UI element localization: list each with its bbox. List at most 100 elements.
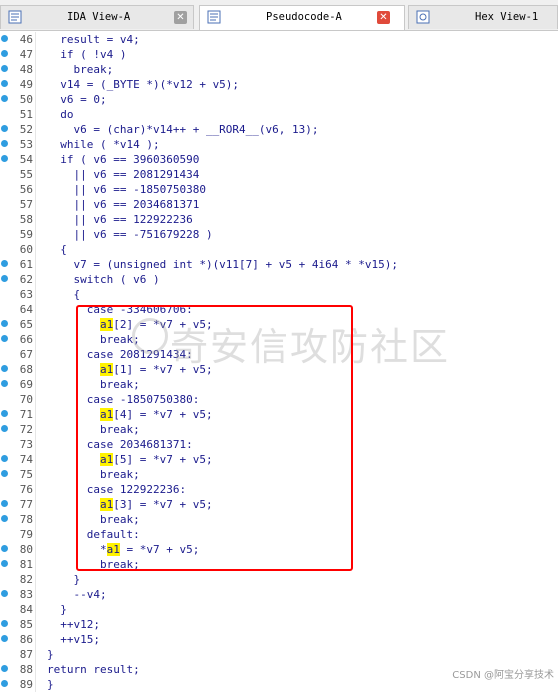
code-line[interactable]: 84 } [0, 602, 558, 617]
code-text[interactable]: || v6 == 2081291434 [47, 167, 199, 182]
code-text[interactable]: *a1 = *v7 + v5; [47, 542, 199, 557]
code-text[interactable]: break; [47, 62, 113, 77]
breakpoint-dot-icon[interactable] [1, 50, 8, 57]
code-line[interactable]: 62 switch ( v6 ) [0, 272, 558, 287]
code-text[interactable]: ++v12; [47, 617, 100, 632]
code-line[interactable]: 63 { [0, 287, 558, 302]
code-text[interactable]: while ( *v14 ); [47, 137, 159, 152]
code-line[interactable]: 56 || v6 == -1850750380 [0, 182, 558, 197]
breakpoint-dot-icon[interactable] [1, 380, 8, 387]
breakpoint-dot-icon[interactable] [1, 680, 8, 687]
code-line[interactable]: 87} [0, 647, 558, 662]
breakpoint-dot-icon[interactable] [1, 500, 8, 507]
breakpoint-dot-icon[interactable] [1, 155, 8, 162]
code-text[interactable]: || v6 == -1850750380 [47, 182, 205, 197]
code-text[interactable]: v6 = 0; [47, 92, 106, 107]
breakpoint-dot-icon[interactable] [1, 665, 8, 672]
code-text[interactable]: { [47, 242, 67, 257]
code-line[interactable]: 48 break; [0, 62, 558, 77]
breakpoint-dot-icon[interactable] [1, 425, 8, 432]
breakpoint-dot-icon[interactable] [1, 320, 8, 327]
code-text[interactable]: if ( v6 == 3960360590 [47, 152, 199, 167]
breakpoint-dot-icon[interactable] [1, 260, 8, 267]
code-line[interactable]: 54 if ( v6 == 3960360590 [0, 152, 558, 167]
breakpoint-dot-icon[interactable] [1, 80, 8, 87]
code-text[interactable]: a1[4] = *v7 + v5; [47, 407, 213, 422]
highlighted-identifier[interactable]: a1 [99, 318, 114, 331]
code-line[interactable]: 49 v14 = (_BYTE *)(*v12 + v5); [0, 77, 558, 92]
code-line[interactable]: 61 v7 = (unsigned int *)(v11[7] + v5 + 4… [0, 257, 558, 272]
breakpoint-dot-icon[interactable] [1, 365, 8, 372]
breakpoint-dot-icon[interactable] [1, 335, 8, 342]
code-text[interactable]: || v6 == -751679228 ) [47, 227, 212, 242]
highlighted-identifier[interactable]: a1 [99, 408, 114, 421]
code-text[interactable]: } [47, 602, 67, 617]
code-line[interactable]: 77 a1[3] = *v7 + v5; [0, 497, 558, 512]
code-text[interactable]: break; [47, 377, 140, 392]
breakpoint-dot-icon[interactable] [1, 545, 8, 552]
close-icon[interactable]: ✕ [174, 11, 187, 24]
code-text[interactable]: case -334606706: [47, 302, 193, 317]
code-line[interactable]: 72 break; [0, 422, 558, 437]
code-line[interactable]: 64 case -334606706: [0, 302, 558, 317]
code-line[interactable]: 60 { [0, 242, 558, 257]
breakpoint-dot-icon[interactable] [1, 470, 8, 477]
code-line[interactable]: 71 a1[4] = *v7 + v5; [0, 407, 558, 422]
code-text[interactable]: || v6 == 2034681371 [47, 197, 199, 212]
code-text[interactable]: break; [47, 467, 140, 482]
code-text[interactable]: } [47, 647, 54, 662]
code-line[interactable]: 73 case 2034681371: [0, 437, 558, 452]
code-line[interactable]: 53 while ( *v14 ); [0, 137, 558, 152]
code-text[interactable]: case -1850750380: [47, 392, 200, 407]
code-line[interactable]: 86 ++v15; [0, 632, 558, 647]
code-text[interactable]: --v4; [47, 587, 106, 602]
breakpoint-dot-icon[interactable] [1, 65, 8, 72]
code-text[interactable]: return result; [47, 662, 140, 677]
code-line[interactable]: 74 a1[5] = *v7 + v5; [0, 452, 558, 467]
code-text[interactable]: v6 = (char)*v14++ + __ROR4__(v6, 13); [47, 122, 318, 137]
code-text[interactable]: break; [47, 512, 140, 527]
code-line[interactable]: 81 break; [0, 557, 558, 572]
code-line[interactable]: 59 || v6 == -751679228 ) [0, 227, 558, 242]
code-line[interactable]: 79 default: [0, 527, 558, 542]
tab-ida-view-a[interactable]: IDA View-A ✕ [0, 5, 194, 29]
tab-hex-view-1[interactable]: Hex View-1 [408, 5, 558, 29]
code-text[interactable]: do [47, 107, 73, 122]
code-text[interactable]: a1[5] = *v7 + v5; [47, 452, 213, 467]
breakpoint-dot-icon[interactable] [1, 140, 8, 147]
breakpoint-dot-icon[interactable] [1, 95, 8, 102]
code-line[interactable]: 51 do [0, 107, 558, 122]
code-line[interactable]: 58 || v6 == 122922236 [0, 212, 558, 227]
code-line[interactable]: 70 case -1850750380: [0, 392, 558, 407]
code-text[interactable]: v14 = (_BYTE *)(*v12 + v5); [47, 77, 239, 92]
code-line[interactable]: 57 || v6 == 2034681371 [0, 197, 558, 212]
code-text[interactable]: break; [47, 332, 140, 347]
close-icon[interactable]: ✕ [377, 11, 390, 24]
highlighted-identifier[interactable]: a1 [106, 543, 120, 556]
code-text[interactable]: v7 = (unsigned int *)(v11[7] + v5 + 4i64… [47, 257, 398, 272]
code-line[interactable]: 52 v6 = (char)*v14++ + __ROR4__(v6, 13); [0, 122, 558, 137]
code-line[interactable]: 47 if ( !v4 ) [0, 47, 558, 62]
breakpoint-dot-icon[interactable] [1, 410, 8, 417]
code-text[interactable]: if ( !v4 ) [47, 47, 126, 62]
breakpoint-dot-icon[interactable] [1, 620, 8, 627]
code-text[interactable]: a1[3] = *v7 + v5; [47, 497, 213, 512]
code-line[interactable]: 78 break; [0, 512, 558, 527]
breakpoint-dot-icon[interactable] [1, 590, 8, 597]
code-line[interactable]: 46 result = v4; [0, 32, 558, 47]
breakpoint-dot-icon[interactable] [1, 275, 8, 282]
code-text[interactable]: default: [47, 527, 140, 542]
code-text[interactable]: switch ( v6 ) [47, 272, 159, 287]
code-line[interactable]: 50 v6 = 0; [0, 92, 558, 107]
breakpoint-dot-icon[interactable] [1, 455, 8, 462]
code-line[interactable]: 69 break; [0, 377, 558, 392]
tab-pseudocode-a[interactable]: Pseudocode-A ✕ [199, 5, 405, 30]
breakpoint-dot-icon[interactable] [1, 560, 8, 567]
highlighted-identifier[interactable]: a1 [99, 498, 114, 511]
breakpoint-dot-icon[interactable] [1, 515, 8, 522]
code-line[interactable]: 85 ++v12; [0, 617, 558, 632]
highlighted-identifier[interactable]: a1 [99, 453, 114, 466]
code-text[interactable]: case 122922236: [47, 482, 186, 497]
code-text[interactable]: } [47, 572, 80, 587]
code-line[interactable]: 55 || v6 == 2081291434 [0, 167, 558, 182]
